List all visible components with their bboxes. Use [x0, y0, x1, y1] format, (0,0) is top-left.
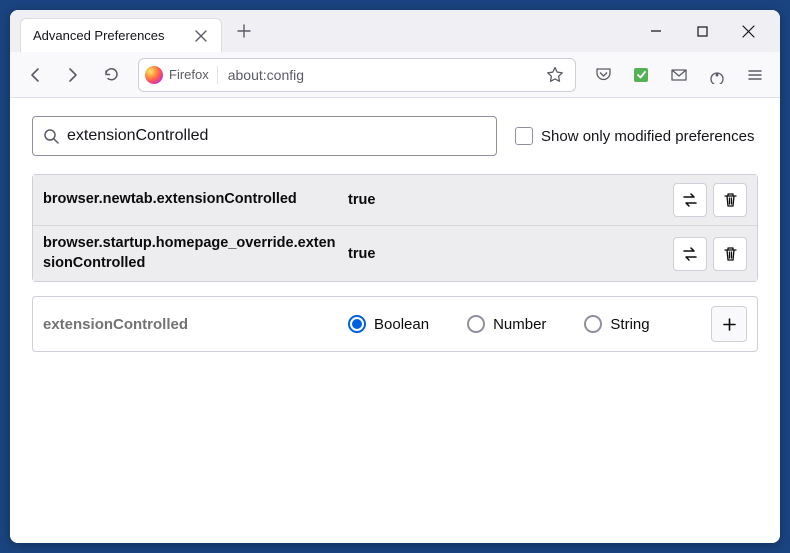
toggle-button[interactable] [673, 183, 707, 217]
browser-tab[interactable]: Advanced Preferences [20, 18, 222, 52]
preference-search-box[interactable] [32, 116, 497, 156]
titlebar: Advanced Preferences [10, 10, 780, 52]
preference-name: browser.newtab.extensionControlled [43, 190, 348, 210]
add-preference-row: extensionControlled Boolean Number Strin… [32, 296, 758, 352]
radio-boolean[interactable]: Boolean [348, 315, 429, 333]
add-preference-name: extensionControlled [43, 316, 348, 333]
trash-icon [723, 192, 738, 208]
extension-button[interactable] [624, 58, 658, 92]
preference-row[interactable]: browser.startup.homepage_override.extens… [33, 225, 757, 281]
navigation-toolbar: Firefox about:config [10, 52, 780, 98]
identity-box[interactable]: Firefox [145, 66, 218, 84]
bookmark-star-button[interactable] [541, 66, 569, 84]
search-icon [43, 128, 59, 144]
preference-row[interactable]: browser.newtab.extensionControlled true [33, 175, 757, 225]
inbox-button[interactable] [662, 58, 696, 92]
toggle-icon [681, 193, 699, 207]
url-bar[interactable]: Firefox about:config [138, 58, 576, 92]
plus-icon [722, 317, 737, 332]
pocket-button[interactable] [586, 58, 620, 92]
radio-string[interactable]: String [584, 315, 649, 333]
trash-icon [723, 246, 738, 262]
radio-label: String [610, 316, 649, 333]
browser-window: Advanced Preferences [10, 10, 780, 543]
maximize-button[interactable] [682, 15, 722, 47]
show-modified-checkbox[interactable]: Show only modified preferences [515, 127, 754, 145]
preference-value: true [348, 192, 673, 208]
preference-value: true [348, 246, 673, 262]
checkbox-icon [515, 127, 533, 145]
radio-icon [467, 315, 485, 333]
firefox-logo-icon [145, 66, 163, 84]
about-config-content: Show only modified preferences browser.n… [10, 98, 780, 543]
close-tab-button[interactable] [193, 28, 209, 44]
preferences-table: browser.newtab.extensionControlled true … [32, 174, 758, 282]
back-button[interactable] [18, 58, 52, 92]
identity-label: Firefox [169, 67, 209, 82]
window-controls [636, 15, 776, 47]
radio-label: Number [493, 316, 546, 333]
add-button[interactable] [711, 306, 747, 342]
radio-number[interactable]: Number [467, 315, 546, 333]
minimize-button[interactable] [636, 15, 676, 47]
checkbox-label: Show only modified preferences [541, 128, 754, 145]
delete-button[interactable] [713, 237, 747, 271]
toggle-icon [681, 247, 699, 261]
toggle-button[interactable] [673, 237, 707, 271]
forward-button[interactable] [56, 58, 90, 92]
radio-icon [584, 315, 602, 333]
preference-name: browser.startup.homepage_override.extens… [43, 234, 348, 273]
url-text[interactable]: about:config [218, 67, 541, 83]
search-input[interactable] [67, 127, 486, 145]
search-row: Show only modified preferences [32, 116, 758, 156]
menu-button[interactable] [738, 58, 772, 92]
tab-title: Advanced Preferences [33, 28, 165, 43]
reload-button[interactable] [94, 58, 128, 92]
account-button[interactable] [700, 58, 734, 92]
close-window-button[interactable] [728, 15, 768, 47]
type-radio-group: Boolean Number String [348, 315, 711, 333]
new-tab-button[interactable] [228, 15, 260, 47]
radio-label: Boolean [374, 316, 429, 333]
delete-button[interactable] [713, 183, 747, 217]
radio-icon [348, 315, 366, 333]
